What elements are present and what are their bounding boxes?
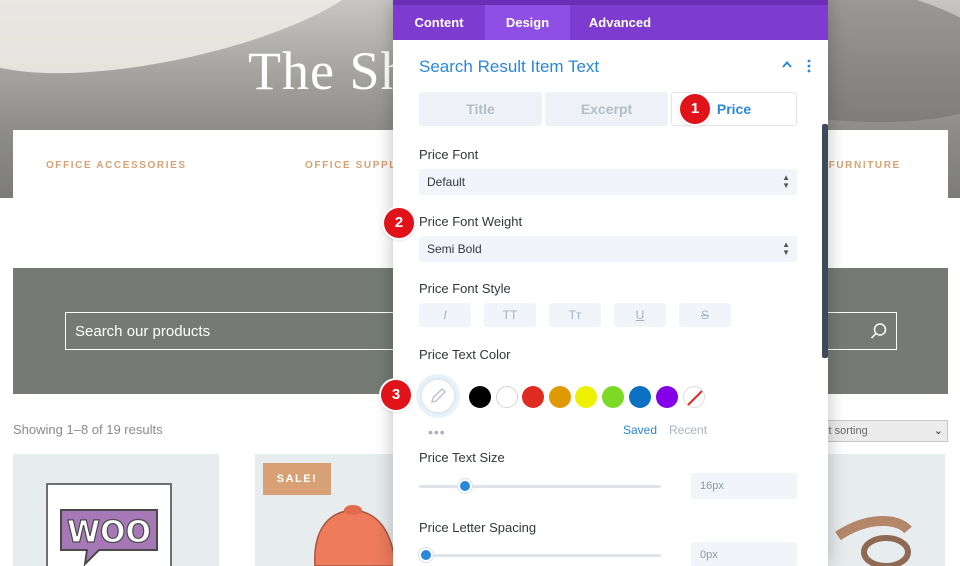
color-picker-button[interactable]: [420, 378, 456, 414]
color-swatch-green[interactable]: [602, 386, 624, 408]
module-settings-panel: Content Design Advanced Search Result It…: [393, 0, 828, 566]
saved-colors-link[interactable]: Saved: [623, 423, 657, 437]
price-text-color-label: Price Text Color: [419, 347, 511, 362]
price-text-size-label: Price Text Size: [419, 450, 505, 465]
panel-scrollbar[interactable]: [822, 124, 828, 358]
tab-design[interactable]: Design: [485, 5, 570, 40]
italic-icon[interactable]: I: [419, 303, 471, 327]
price-text-size-slider[interactable]: [419, 479, 661, 493]
slider-handle[interactable]: [419, 548, 433, 562]
subtab-excerpt[interactable]: Excerpt: [545, 92, 668, 126]
color-swatch-black[interactable]: [469, 386, 491, 408]
slider-handle[interactable]: [458, 479, 472, 493]
sale-badge: SALE!: [263, 463, 331, 495]
subtab-title[interactable]: Title: [419, 92, 542, 126]
color-swatch-red[interactable]: [522, 386, 544, 408]
nav-item-office-supplies[interactable]: OFFICE SUPPLI: [305, 160, 401, 171]
text-subtabs: Title Excerpt Price: [419, 92, 797, 126]
sorting-select[interactable]: ult sorting ⌄: [815, 420, 948, 442]
strikethrough-icon[interactable]: S: [679, 303, 731, 327]
color-swatch-transparent[interactable]: [683, 386, 705, 408]
tab-advanced[interactable]: Advanced: [570, 5, 670, 40]
price-letter-spacing-value[interactable]: 0px: [691, 542, 797, 566]
svg-text:WOO: WOO: [67, 515, 151, 550]
color-swatch-yellow[interactable]: [575, 386, 597, 408]
woo-sign-image: WOO: [46, 483, 172, 566]
price-font-weight-select[interactable]: Semi Bold ▲ ▼: [419, 236, 797, 262]
chevron-down-icon: ⌄: [933, 425, 943, 437]
panel-tab-bar: Content Design Advanced: [393, 5, 828, 40]
step-marker-2: 2: [384, 208, 414, 238]
product-card[interactable]: SALE!: [255, 454, 395, 566]
hero-title: The Sh: [248, 41, 409, 101]
color-swatch-blue[interactable]: [629, 386, 651, 408]
color-swatch-white[interactable]: [496, 386, 518, 408]
price-font-style-label: Price Font Style: [419, 281, 511, 296]
color-swatch-orange[interactable]: [549, 386, 571, 408]
tab-content[interactable]: Content: [393, 5, 485, 40]
eyedropper-icon: [431, 388, 446, 403]
chevron-up-icon[interactable]: [781, 57, 793, 73]
search-icon[interactable]: [870, 322, 888, 340]
leather-belt-image: [835, 516, 912, 566]
color-swatch-purple[interactable]: [656, 386, 678, 408]
result-count: Showing 1–8 of 19 results: [13, 422, 163, 437]
price-font-value: Default: [427, 175, 466, 189]
price-font-select[interactable]: Default ▲ ▼: [419, 169, 797, 195]
select-arrows-icon: ▲ ▼: [782, 173, 790, 190]
price-font-weight-value: Semi Bold: [427, 242, 482, 256]
price-letter-spacing-label: Price Letter Spacing: [419, 520, 537, 535]
more-colors-icon[interactable]: •••: [428, 424, 446, 440]
section-title[interactable]: Search Result Item Text: [419, 57, 599, 77]
product-card[interactable]: [828, 454, 945, 566]
select-arrows-icon: ▲ ▼: [782, 240, 790, 257]
price-font-weight-label: Price Font Weight: [419, 214, 523, 229]
step-marker-3: 3: [381, 380, 411, 410]
product-card[interactable]: WOO: [13, 454, 219, 566]
uppercase-icon[interactable]: TT: [484, 303, 536, 327]
recent-colors-link[interactable]: Recent: [669, 423, 707, 437]
price-letter-spacing-slider[interactable]: [419, 548, 661, 562]
nav-item-office-furniture[interactable]: E FURNITURE: [816, 160, 901, 171]
underline-icon[interactable]: U: [614, 303, 666, 327]
step-marker-1: 1: [680, 94, 710, 124]
more-options-icon[interactable]: [806, 58, 812, 74]
price-font-label: Price Font: [419, 147, 479, 162]
transparent-slash-icon: [687, 390, 703, 406]
price-text-size-value[interactable]: 16px: [691, 473, 797, 499]
capitalize-icon[interactable]: Tт: [549, 303, 601, 327]
nav-item-office-accessories[interactable]: OFFICE ACCESSORIES: [46, 160, 187, 171]
